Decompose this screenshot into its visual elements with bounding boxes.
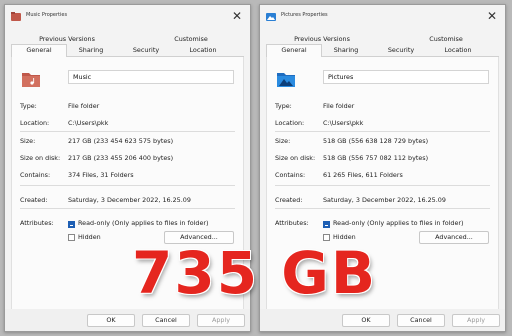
- divider: [20, 131, 235, 132]
- size-on-disk-value: 217 GB (233 455 206 400 bytes): [68, 154, 174, 162]
- title-bar: Pictures Properties ✕: [260, 5, 505, 29]
- tab-sharing[interactable]: Sharing: [67, 45, 115, 56]
- location-value: C:\Users\pkk: [323, 119, 364, 127]
- apply-button[interactable]: Apply: [452, 314, 500, 327]
- dialog-footer: OK Cancel Apply: [5, 309, 250, 331]
- divider: [275, 208, 490, 209]
- location-label: Location:: [275, 119, 305, 127]
- created-label: Created:: [275, 196, 303, 204]
- size-label: Size:: [275, 137, 291, 145]
- tab-customise[interactable]: Customise: [416, 34, 476, 45]
- contains-label: Contains:: [275, 171, 306, 179]
- tab-general[interactable]: General: [266, 44, 322, 57]
- dialog-footer: OK Cancel Apply: [260, 309, 505, 331]
- title-bar: Music Properties ✕: [5, 5, 250, 29]
- ok-button[interactable]: OK: [87, 314, 135, 327]
- pictures-folder-icon: [277, 73, 295, 87]
- divider: [20, 185, 235, 186]
- size-label: Size:: [20, 137, 36, 145]
- tab-security[interactable]: Security: [121, 45, 171, 56]
- tab-sharing[interactable]: Sharing: [322, 45, 370, 56]
- total-size-overlay: 735 GB: [132, 239, 378, 307]
- tab-location[interactable]: Location: [177, 45, 229, 56]
- location-label: Location:: [20, 119, 50, 127]
- divider: [275, 185, 490, 186]
- created-value: Saturday, 3 December 2022, 16.25.09: [68, 196, 191, 204]
- type-value: File folder: [323, 102, 355, 110]
- readonly-checkbox[interactable]: [323, 221, 330, 228]
- ok-button[interactable]: OK: [342, 314, 390, 327]
- contains-label: Contains:: [20, 171, 51, 179]
- tab-location[interactable]: Location: [432, 45, 484, 56]
- hidden-checkbox[interactable]: [68, 234, 75, 241]
- size-on-disk-label: Size on disk:: [20, 154, 61, 162]
- folder-name-field[interactable]: Music: [68, 70, 234, 84]
- type-value: File folder: [68, 102, 100, 110]
- readonly-checkbox[interactable]: [68, 221, 75, 228]
- tab-customise[interactable]: Customise: [161, 34, 221, 45]
- music-folder-icon: [11, 12, 21, 21]
- window-title: Pictures Properties: [281, 12, 328, 18]
- window-title: Music Properties: [26, 12, 68, 18]
- readonly-label: Read-only (Only applies to files in fold…: [333, 219, 464, 227]
- size-value: 217 GB (233 454 623 575 bytes): [68, 137, 174, 145]
- folder-name-field[interactable]: Pictures: [323, 70, 489, 84]
- advanced-button[interactable]: Advanced...: [419, 231, 489, 244]
- type-label: Type:: [20, 102, 37, 110]
- created-label: Created:: [20, 196, 48, 204]
- close-icon[interactable]: ✕: [232, 8, 242, 24]
- hidden-label: Hidden: [78, 233, 101, 241]
- divider: [275, 131, 490, 132]
- tab-general[interactable]: General: [11, 44, 67, 57]
- close-icon[interactable]: ✕: [487, 8, 497, 24]
- size-value: 518 GB (556 638 128 729 bytes): [323, 137, 429, 145]
- readonly-label: Read-only (Only applies to files in fold…: [78, 219, 209, 227]
- divider: [20, 208, 235, 209]
- tab-security[interactable]: Security: [376, 45, 426, 56]
- attributes-label: Attributes:: [275, 219, 309, 227]
- tab-row-lower: General Sharing Security Location: [11, 44, 244, 57]
- contains-value: 374 Files, 31 Folders: [68, 171, 134, 179]
- tab-row-lower: General Sharing Security Location: [266, 44, 499, 57]
- cancel-button[interactable]: Cancel: [397, 314, 445, 327]
- attributes-label: Attributes:: [20, 219, 54, 227]
- music-folder-icon: [22, 73, 40, 87]
- apply-button[interactable]: Apply: [197, 314, 245, 327]
- cancel-button[interactable]: Cancel: [142, 314, 190, 327]
- pictures-folder-icon: [266, 13, 276, 21]
- location-value: C:\Users\pkk: [68, 119, 109, 127]
- size-on-disk-label: Size on disk:: [275, 154, 316, 162]
- created-value: Saturday, 3 December 2022, 16.25.09: [323, 196, 446, 204]
- type-label: Type:: [275, 102, 292, 110]
- contains-value: 61 265 Files, 611 Folders: [323, 171, 403, 179]
- size-on-disk-value: 518 GB (556 757 082 112 bytes): [323, 154, 429, 162]
